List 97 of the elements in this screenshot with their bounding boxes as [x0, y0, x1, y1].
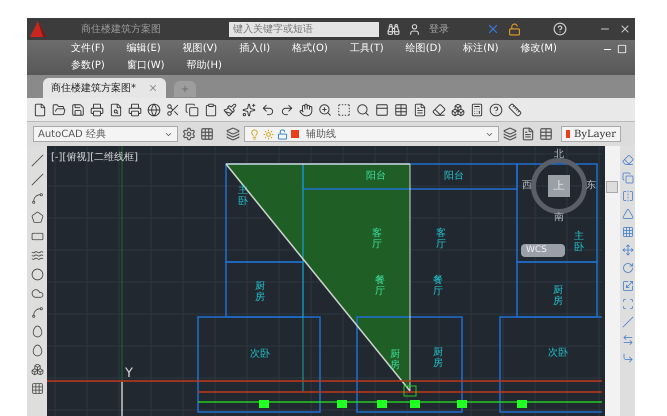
room-label: 客厅 — [436, 228, 446, 250]
menu-item[interactable]: 文件(F) — [71, 42, 105, 56]
mirror-icon[interactable] — [622, 190, 634, 202]
workspace-dropdown[interactable]: AutoCAD 经典 — [33, 126, 178, 142]
cloud-icon[interactable] — [30, 287, 44, 300]
scroll-thumb[interactable] — [606, 181, 618, 193]
document-tab[interactable]: 商住楼建筑方案图* — [43, 78, 166, 98]
menu-item[interactable]: 帮助(H) — [186, 59, 222, 73]
bulb-icon — [249, 128, 260, 140]
eraser-icon[interactable] — [432, 102, 446, 116]
color-dropdown[interactable]: ByLayer — [561, 126, 621, 142]
menu-item[interactable]: 绘图(D) — [406, 42, 442, 56]
polyline-icon[interactable] — [30, 192, 44, 205]
array-icon[interactable] — [622, 226, 634, 238]
printer-icon[interactable] — [128, 102, 142, 116]
polygon-icon[interactable] — [30, 211, 44, 224]
new-file-icon[interactable] — [33, 102, 47, 116]
user-icon[interactable] — [408, 22, 421, 36]
menu-item[interactable]: 参数(P) — [71, 59, 105, 73]
clipboard-icon[interactable] — [204, 102, 218, 116]
menu-item[interactable]: 视图(V) — [182, 42, 218, 56]
room-label: 次卧 — [548, 348, 568, 358]
calculator-icon[interactable] — [470, 102, 484, 116]
rotate-icon[interactable] — [622, 262, 634, 274]
printer-icon[interactable] — [90, 102, 104, 116]
table-icon[interactable] — [394, 102, 408, 116]
scale-icon[interactable] — [622, 280, 634, 292]
close-icon[interactable] — [619, 23, 631, 35]
room-label: 主卧 — [574, 231, 584, 253]
compass-letter[interactable]: 西 — [522, 181, 532, 191]
layer-dropdown[interactable]: 辅助线 — [244, 126, 499, 142]
room-label: 次卧 — [250, 348, 270, 360]
viewport-label[interactable]: [-][俯视][二维线框] — [51, 150, 138, 165]
room-label: 餐厅 — [375, 275, 385, 297]
lock-icon[interactable] — [508, 22, 521, 36]
menu-item[interactable]: 标注(N) — [463, 42, 499, 56]
menu-item[interactable]: 修改(M) — [520, 42, 557, 56]
globe-icon[interactable] — [147, 102, 161, 116]
line-icon[interactable] — [30, 154, 44, 167]
folder-icon[interactable] — [52, 102, 66, 116]
search-icon[interactable] — [356, 102, 370, 116]
circle-icon[interactable] — [30, 268, 44, 281]
vertical-scrollbar[interactable] — [605, 146, 620, 416]
blocks-icon[interactable] — [451, 102, 465, 116]
menu-item[interactable]: 编辑(E) — [126, 42, 161, 56]
close-icon[interactable] — [148, 83, 158, 93]
save-icon[interactable] — [71, 102, 85, 116]
room-label: 餐厅 — [433, 275, 443, 297]
room-label: 主卧 — [238, 185, 248, 207]
room-label: 厨房 — [390, 349, 400, 371]
compass-letter[interactable]: 南 — [554, 213, 564, 223]
cut-icon[interactable] — [166, 102, 180, 116]
restore-icon[interactable] — [617, 44, 627, 54]
zoom-icon[interactable] — [318, 102, 332, 116]
brush-icon[interactable] — [223, 102, 237, 116]
drawing-canvas[interactable]: [-][俯视][二维线框] Y 北 西 上 东 南 WCS 主卧 厨房 次卧 阳台 阳台 客厅 客厅 餐厅 餐厅 厨房 厨房 主卧 厨房 次卧 — [47, 146, 605, 416]
layer-color-swatch — [291, 130, 299, 138]
menu-item[interactable]: 格式(O) — [292, 42, 328, 56]
panel-icon[interactable] — [375, 102, 389, 116]
zoom-window-icon[interactable] — [337, 102, 351, 116]
sun-icon — [263, 128, 274, 140]
binoculars-icon[interactable] — [387, 22, 400, 36]
rectangle-icon[interactable] — [30, 230, 44, 243]
grid-icon[interactable] — [200, 127, 214, 141]
room-label: 厨房 — [553, 285, 563, 307]
axis-label: Y — [125, 365, 133, 383]
table-icon[interactable] — [539, 127, 553, 141]
window-title: 商住楼建筑方案图 — [81, 22, 162, 36]
document-icon[interactable] — [521, 127, 535, 141]
layers-icon[interactable] — [226, 127, 240, 141]
layers-icon[interactable] — [503, 127, 517, 141]
compass-letter[interactable]: 北 — [554, 150, 564, 160]
copy-icon[interactable] — [185, 102, 199, 116]
undo-icon[interactable] — [261, 102, 275, 116]
menu-item[interactable]: 插入(I) — [239, 42, 270, 56]
settings-icon[interactable] — [182, 127, 196, 141]
document-icon[interactable] — [413, 102, 427, 116]
help-icon[interactable] — [489, 102, 503, 116]
room-label: 厨房 — [255, 281, 265, 303]
unlock-icon — [277, 128, 288, 140]
room-label: 阳台 — [444, 170, 464, 182]
plus-icon — [180, 84, 190, 94]
room-label: 阳台 — [366, 170, 386, 182]
room-label: 客厅 — [372, 228, 382, 250]
hand-icon[interactable] — [299, 102, 313, 116]
sparkle-icon[interactable] — [242, 102, 256, 116]
compass-letter[interactable]: 东 — [586, 181, 596, 191]
document-search-icon[interactable] — [109, 102, 123, 116]
color-swatch — [566, 130, 570, 138]
menu-item[interactable]: 工具(T) — [350, 42, 384, 56]
redo-icon[interactable] — [280, 102, 294, 116]
menu-item[interactable]: 窗口(W) — [126, 59, 165, 73]
move-icon[interactable] — [622, 244, 634, 256]
search-field[interactable]: 键入关键字或短语 — [229, 22, 379, 36]
room-label: 厨房 — [433, 347, 443, 369]
ruler-icon[interactable] — [508, 102, 522, 116]
sign-in-link[interactable]: 登录 — [429, 22, 449, 36]
